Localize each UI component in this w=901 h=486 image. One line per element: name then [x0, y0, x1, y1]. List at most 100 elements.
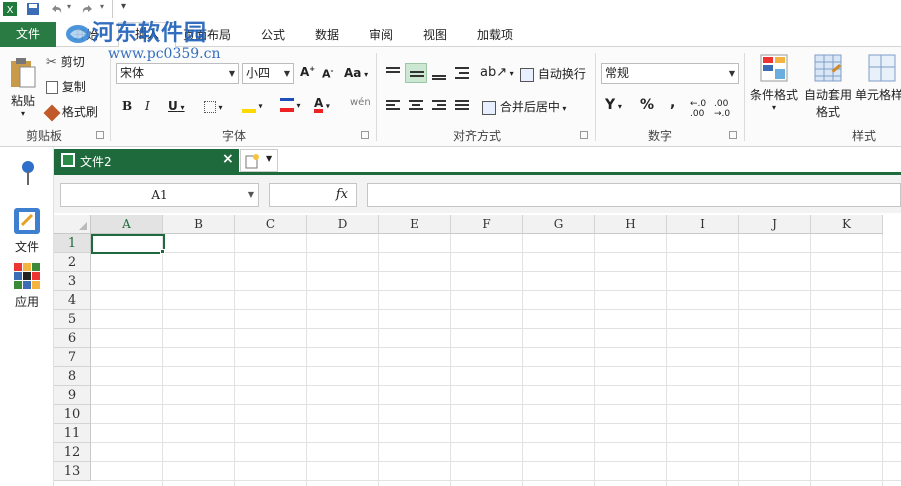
new-tab-button[interactable]: ▼	[240, 149, 278, 172]
copy-button[interactable]: 复制	[46, 78, 86, 95]
phonetic-button[interactable]: wén	[350, 97, 371, 108]
chevron-down-icon: ▼	[728, 69, 735, 78]
indent-icon[interactable]	[453, 65, 471, 81]
font-launcher-icon[interactable]	[361, 131, 369, 139]
grow-font-button[interactable]: A+	[300, 65, 315, 79]
distributed-icon[interactable]	[453, 98, 471, 114]
paste-dropdown-icon[interactable]: ▾	[6, 109, 40, 118]
column-header[interactable]: B	[163, 215, 235, 234]
tab-data[interactable]: 数据	[315, 26, 339, 43]
document-tab[interactable]: 文件2 ×	[54, 149, 239, 172]
border-button[interactable]: ▾	[204, 99, 223, 113]
number-format-select[interactable]: 常规 ▼	[601, 63, 739, 84]
row-header[interactable]: 12	[54, 443, 91, 462]
row-header[interactable]: 9	[54, 386, 91, 405]
watermark-logo-icon	[66, 25, 90, 43]
font-name-select[interactable]: 宋体 ▼	[116, 63, 239, 84]
row-header[interactable]: 8	[54, 367, 91, 386]
tab-review[interactable]: 审阅	[369, 26, 393, 43]
sidebar-apps-button[interactable]: 应用	[12, 262, 42, 310]
row-header[interactable]: 6	[54, 329, 91, 348]
decrease-decimal-button[interactable]: .00 →.0	[714, 99, 730, 119]
tab-addins[interactable]: 加载项	[477, 26, 513, 43]
fill-handle[interactable]	[160, 249, 165, 254]
conditional-format-button[interactable]: 条件格式 ▾	[749, 53, 799, 112]
tab-file[interactable]: 文件	[0, 22, 56, 47]
italic-button[interactable]: I	[145, 99, 150, 113]
align-middle-icon[interactable]	[405, 63, 427, 83]
row-header[interactable]: 7	[54, 348, 91, 367]
row-header[interactable]: 2	[54, 253, 91, 272]
column-header[interactable]: H	[595, 215, 667, 234]
shrink-font-button[interactable]: A-	[322, 67, 333, 81]
grid-hline	[91, 290, 901, 291]
column-header[interactable]: D	[307, 215, 379, 234]
underline-button[interactable]: U ▾	[168, 99, 185, 113]
align-right-icon[interactable]	[430, 98, 448, 114]
row-header[interactable]: 11	[54, 424, 91, 443]
number-launcher-icon[interactable]	[729, 131, 737, 139]
document-tab-title: 文件2	[80, 155, 112, 169]
selected-cell[interactable]	[91, 234, 165, 254]
column-header[interactable]: C	[235, 215, 307, 234]
column-header[interactable]: J	[739, 215, 811, 234]
align-center-icon[interactable]	[407, 98, 425, 114]
select-all-corner[interactable]	[54, 215, 91, 234]
column-header[interactable]: A	[91, 215, 163, 234]
grid-hline	[91, 461, 901, 462]
sidebar-file-button[interactable]: 文件	[12, 207, 42, 255]
align-left-icon[interactable]	[384, 98, 402, 114]
currency-button[interactable]: Y ▾	[605, 97, 622, 113]
align-top-icon[interactable]	[384, 65, 402, 81]
paste-button[interactable]: 粘贴 ▾	[6, 55, 40, 125]
change-case-button[interactable]: Aa ▾	[344, 66, 368, 80]
row-header[interactable]: 1	[54, 234, 91, 253]
orientation-button[interactable]: ab↗ ▾	[480, 65, 514, 80]
save-icon[interactable]	[25, 1, 41, 17]
formula-input[interactable]	[367, 183, 901, 207]
spreadsheet-grid[interactable]: ABCDEFGHIJK 1 2 3 4 5 6 7 8 9 10 11 12 13	[54, 215, 901, 486]
redo-dropdown-icon[interactable]: ▾	[100, 2, 104, 11]
increase-decimal-button[interactable]: ←.0.00	[690, 99, 706, 119]
row-header[interactable]: 5	[54, 310, 91, 329]
column-header[interactable]: I	[667, 215, 739, 234]
bold-button[interactable]: B	[122, 99, 132, 113]
name-box[interactable]: A1 ▼	[60, 183, 259, 207]
number-format-value: 常规	[605, 66, 630, 80]
font-size-select[interactable]: 小四 ▼	[242, 63, 294, 84]
column-header[interactable]: E	[379, 215, 451, 234]
insert-function-button[interactable]: fx	[269, 183, 357, 207]
fill-color-button[interactable]: ▾	[242, 97, 263, 113]
cell-styles-button[interactable]: 单元格样	[855, 53, 901, 103]
column-header[interactable]: G	[523, 215, 595, 234]
undo-dropdown-icon[interactable]: ▾	[67, 2, 71, 11]
align-bottom-icon[interactable]	[430, 65, 448, 81]
font-group-label: 字体	[222, 129, 247, 143]
column-header[interactable]: K	[811, 215, 883, 234]
pin-icon[interactable]	[18, 159, 38, 187]
cut-button[interactable]: ✂ 剪切	[46, 53, 85, 70]
row-header[interactable]: 3	[54, 272, 91, 291]
format-as-table-button[interactable]: 自动套用 格式	[802, 53, 854, 120]
format-painter-button[interactable]: 格式刷	[43, 103, 98, 121]
close-tab-icon[interactable]: ×	[222, 151, 234, 167]
wrap-text-button[interactable]: 自动换行	[520, 65, 586, 82]
row-header[interactable]: 4	[54, 291, 91, 310]
merge-center-button[interactable]: 合并后居中 ▾	[482, 98, 566, 115]
customize-icon[interactable]: ▾	[121, 1, 126, 12]
percent-button[interactable]: %	[640, 97, 654, 113]
clipboard-launcher-icon[interactable]	[96, 131, 104, 139]
undo-icon[interactable]	[48, 1, 64, 17]
conditional-format-label: 条件格式	[749, 88, 798, 102]
column-header[interactable]: F	[451, 215, 523, 234]
strikethrough-color-button[interactable]: ▾	[280, 97, 301, 112]
comma-button[interactable]: ,	[670, 95, 675, 111]
row-header[interactable]: 10	[54, 405, 91, 424]
tab-formulas[interactable]: 公式	[261, 26, 285, 43]
font-color-button[interactable]: A ▾	[314, 97, 330, 113]
alignment-launcher-icon[interactable]	[580, 131, 588, 139]
row-header[interactable]: 13	[54, 462, 91, 481]
paint-bucket-icon	[242, 97, 256, 113]
tab-view[interactable]: 视图	[423, 26, 447, 43]
group-separator	[744, 53, 745, 141]
